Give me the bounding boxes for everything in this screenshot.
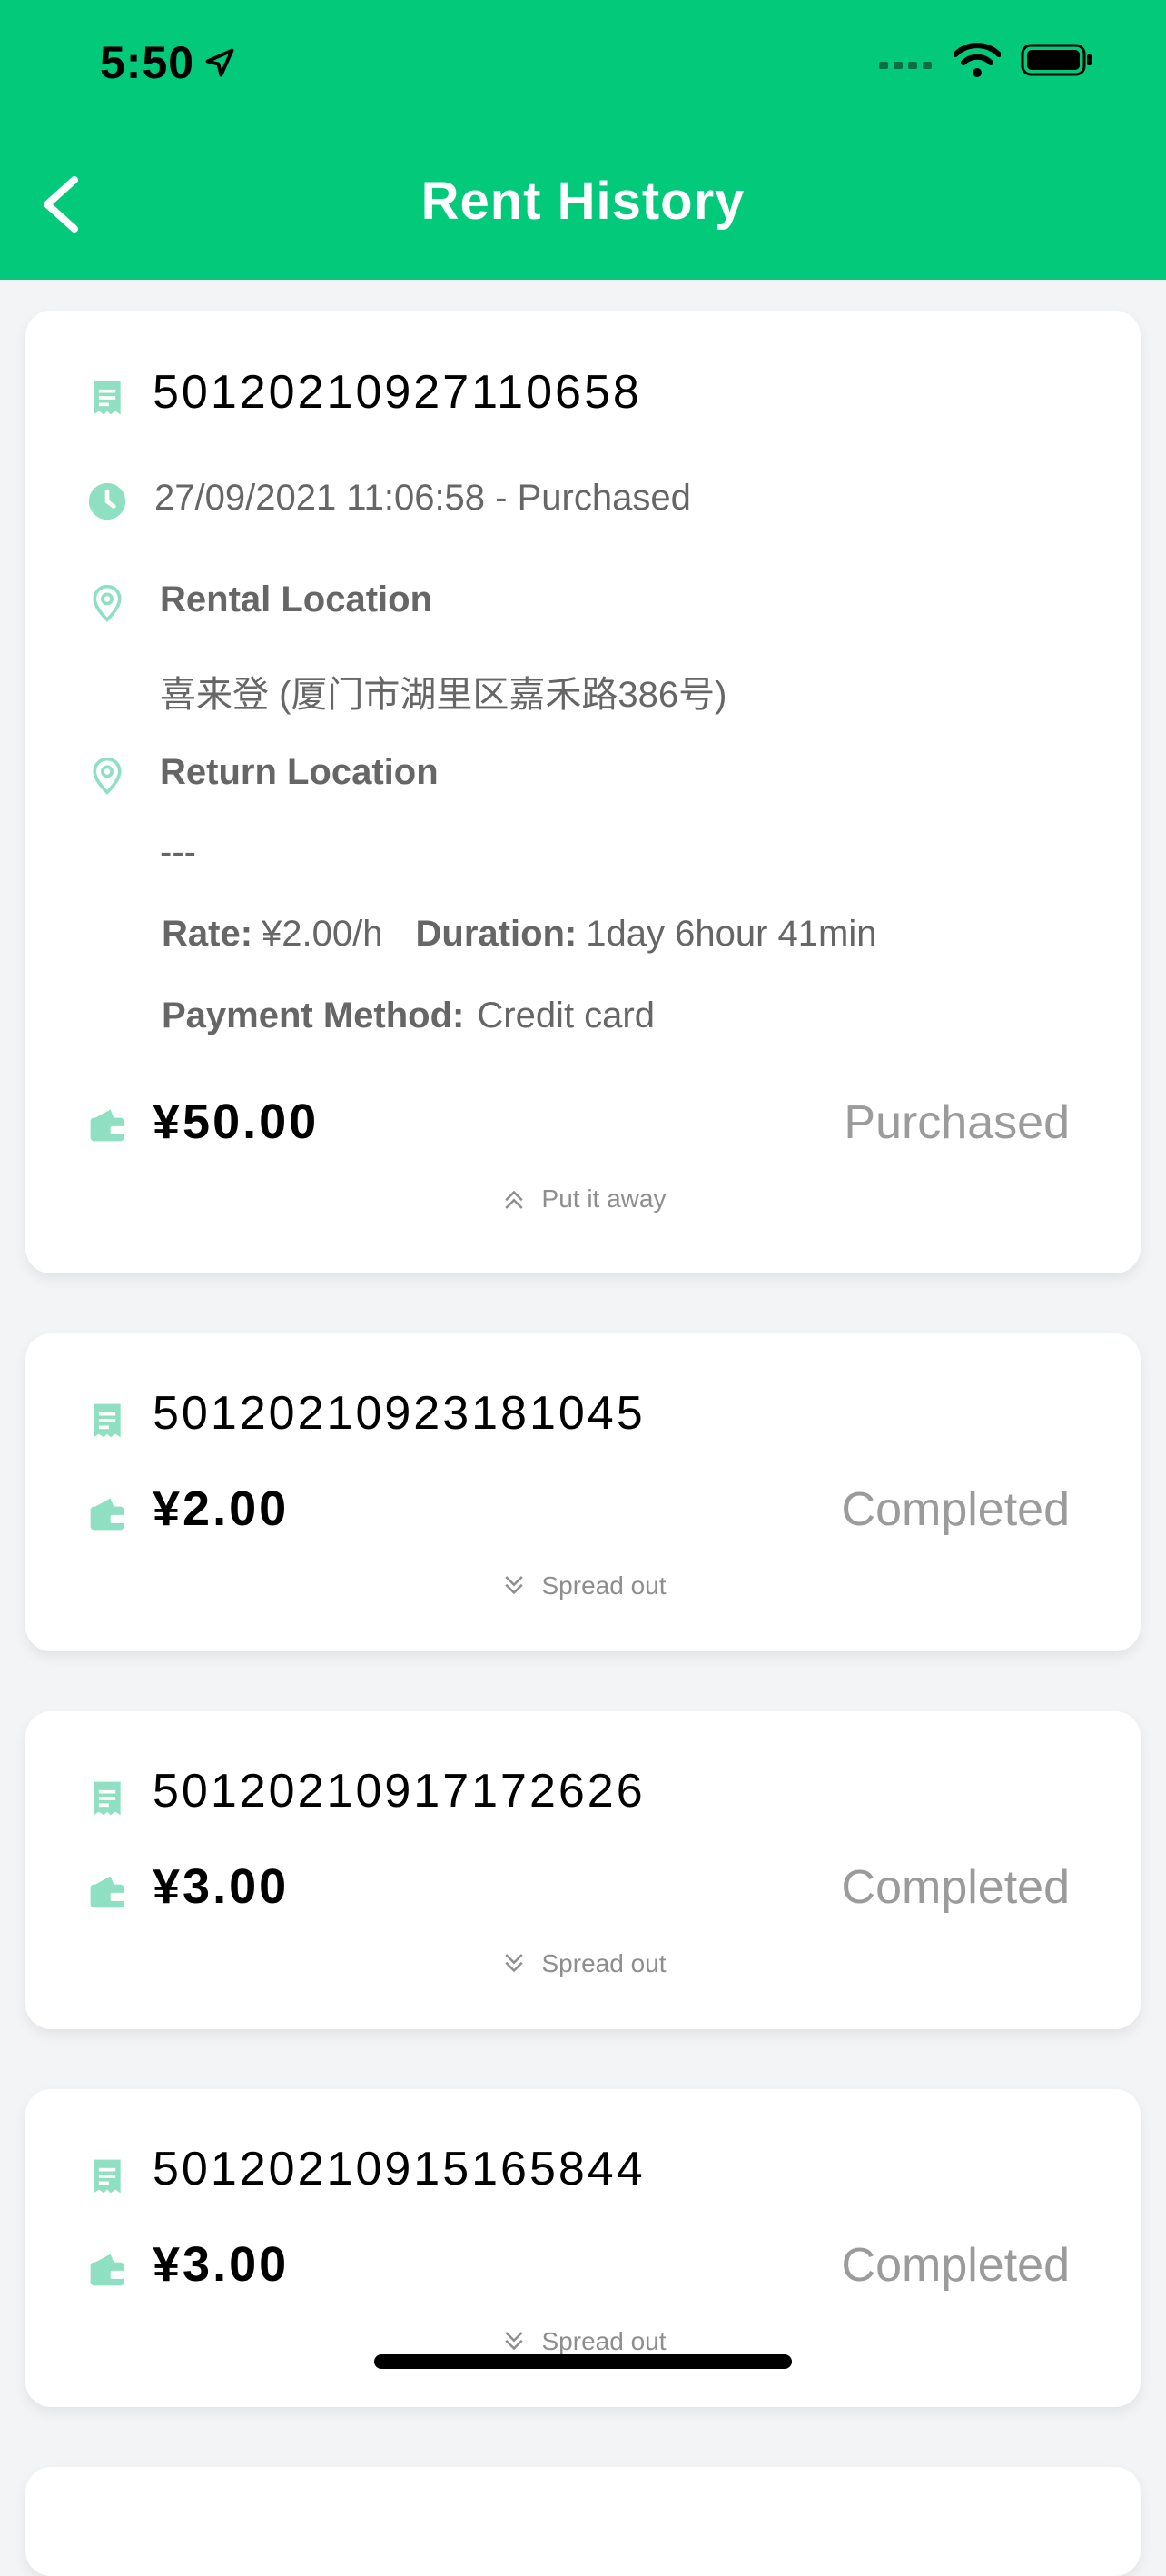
payment-method-label: Payment Method: (162, 996, 465, 1035)
duration-label: Duration: (415, 914, 578, 954)
wallet-icon (90, 1109, 124, 1142)
status-time: 5:50 (100, 36, 236, 89)
rental-location-value: 喜来登 (厦门市湖里区嘉禾路386号) (160, 675, 727, 715)
expand-toggle[interactable]: Spread out (25, 2327, 1141, 2356)
wallet-icon (90, 1876, 124, 1908)
order-card[interactable] (25, 2467, 1141, 2576)
page-title: Rent History (420, 172, 746, 231)
order-status: Completed (841, 2239, 1070, 2292)
return-location-label: Return Location (160, 752, 439, 792)
expand-label: Spread out (541, 2327, 667, 2355)
signal-icon (879, 62, 932, 69)
collapse-toggle[interactable]: Put it away (25, 1184, 1141, 1214)
clock-icon (88, 482, 126, 520)
expand-toggle[interactable]: Spread out (25, 1571, 1141, 1600)
expand-toggle[interactable]: Spread out (25, 1949, 1141, 1978)
location-arrow-icon (205, 48, 234, 77)
order-datetime: 27/09/2021 11:06:58 - Purchased (154, 478, 691, 518)
expand-label: Spread out (541, 1949, 667, 1977)
expand-label: Spread out (541, 1571, 667, 1600)
order-number: 50120210923181045 (153, 1387, 646, 1440)
duration-value: 1day 6hour 41min (586, 914, 877, 954)
receipt-icon (94, 1403, 121, 1438)
order-status: Completed (841, 1483, 1070, 1536)
order-card[interactable]: 50120210927110658 27/09/2021 11:06:58 - … (25, 311, 1141, 1273)
chevron-double-down-icon (504, 1954, 523, 1973)
home-indicator[interactable] (374, 2354, 792, 2369)
order-price: ¥2.00 (153, 1481, 290, 1536)
wallet-icon (90, 1498, 124, 1531)
location-pin-icon (93, 757, 122, 795)
rate-value: ¥2.00/h (262, 914, 383, 954)
order-number: 50120210915165844 (153, 2143, 646, 2195)
order-price: ¥50.00 (153, 1095, 320, 1149)
receipt-icon (94, 2159, 121, 2194)
order-price: ¥3.00 (153, 2237, 290, 2292)
chevron-double-down-icon (504, 1576, 523, 1595)
return-location-value: --- (160, 832, 196, 872)
order-status: Completed (841, 1861, 1070, 1914)
order-card[interactable]: 50120210923181045 ¥2.00 Completed Spread… (25, 1333, 1141, 1651)
order-number: 50120210927110658 (153, 366, 642, 419)
wallet-icon (90, 2254, 124, 2286)
rental-location-label: Rental Location (160, 580, 433, 619)
status-indicators (879, 42, 1093, 78)
receipt-icon (94, 1781, 121, 1816)
collapse-label: Put it away (541, 1184, 667, 1213)
order-card[interactable]: 50120210917172626 ¥3.00 Completed Spread… (25, 1711, 1141, 2029)
order-price: ¥3.00 (153, 1859, 290, 1914)
location-pin-icon (93, 584, 122, 622)
chevron-double-down-icon (504, 2332, 523, 2351)
app-header: 5:50 Rent History (0, 0, 1166, 280)
battery-icon (1021, 44, 1092, 76)
payment-method-value: Credit card (477, 996, 655, 1035)
rate-label: Rate: (162, 914, 253, 954)
chevron-double-up-icon (504, 1190, 523, 1209)
wifi-icon (954, 43, 1001, 77)
receipt-icon (94, 381, 121, 415)
order-status: Purchased (844, 1096, 1070, 1149)
order-number: 50120210917172626 (153, 1765, 646, 1818)
